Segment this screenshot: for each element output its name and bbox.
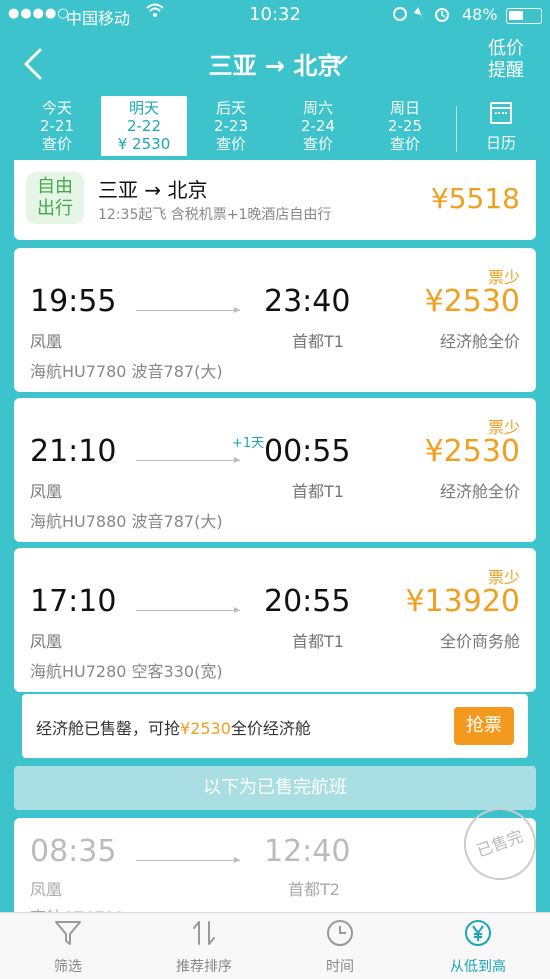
date-tab-day: 明天 bbox=[128, 99, 159, 117]
date-tab-day: 后天 bbox=[215, 99, 246, 117]
arrival-airport: 首都T1 bbox=[292, 332, 344, 351]
flight-info: 海航HU7880 波音787(大) bbox=[30, 512, 223, 531]
flight-price: ¥2530 bbox=[424, 434, 520, 469]
nav-filter[interactable]: 筛选 bbox=[8, 918, 128, 976]
date-tab-price: ¥ 2530 bbox=[117, 135, 171, 153]
chevron-down-icon[interactable] bbox=[330, 50, 350, 75]
departure-airport: 凤凰 bbox=[30, 332, 63, 351]
arrival-airport: 首都T2 bbox=[288, 880, 340, 899]
clock-icon bbox=[327, 920, 353, 946]
departure-airport: 凤凰 bbox=[30, 482, 63, 501]
price-alert-button[interactable]: 低价 提醒 bbox=[478, 38, 534, 82]
price-alert-label-1: 低价 bbox=[488, 38, 524, 59]
free-travel-badge: 自由 出行 bbox=[26, 172, 84, 224]
cabin-class: 经济舱全价 bbox=[439, 482, 520, 501]
date-tab-date: 2-23 bbox=[213, 117, 249, 135]
nav-label: 筛选 bbox=[54, 959, 82, 975]
date-tab-date: 2-24 bbox=[300, 117, 336, 135]
arrow-right-icon bbox=[136, 307, 240, 313]
date-tab-day: 周日 bbox=[389, 99, 420, 117]
cabin-class: 经济舱全价 bbox=[439, 332, 520, 351]
date-tab-price: 查价 bbox=[215, 135, 246, 153]
sold-out-divider: 以下为已售完航班 bbox=[14, 766, 536, 810]
grab-text-before: 经济舱已售罄，可抢 bbox=[36, 719, 181, 738]
badge-line-2: 出行 bbox=[37, 198, 73, 219]
flight-info: 海航HU7780 波音787(大) bbox=[30, 362, 223, 381]
status-icons bbox=[392, 5, 456, 27]
badge-line-1: 自由 bbox=[37, 176, 73, 197]
status-bar: ●●●●○ 中国移动 10:32 48% bbox=[0, 0, 550, 30]
grab-price: ¥2530 bbox=[180, 719, 231, 738]
flight-price: ¥2530 bbox=[424, 284, 520, 319]
price-alert-label-2: 提醒 bbox=[488, 60, 524, 81]
departure-airport: 凤凰 bbox=[30, 880, 63, 899]
departure-time: 19:55 bbox=[30, 284, 117, 319]
package-route: 三亚 → 北京 bbox=[98, 178, 208, 202]
date-tab-price: 查价 bbox=[302, 135, 333, 153]
nav-sort[interactable]: 推荐排序 bbox=[144, 918, 264, 976]
date-tab-price: 查价 bbox=[389, 135, 420, 153]
battery-percent: 48% bbox=[462, 5, 498, 24]
date-tab-day: 周六 bbox=[302, 99, 333, 117]
flight-info: 海航HU7280 空客330(宽) bbox=[30, 662, 223, 681]
route-title[interactable]: 三亚 → 北京 bbox=[0, 46, 550, 81]
next-day-badge: +1天 bbox=[232, 436, 265, 451]
date-tab-date: 2-22 bbox=[126, 117, 162, 135]
date-tab-date: 2-25 bbox=[387, 117, 423, 135]
arrival-time: 20:55 bbox=[264, 584, 351, 619]
nav-label: 时间 bbox=[326, 959, 354, 975]
grab-text-after: 全价经济舱 bbox=[230, 719, 311, 738]
date-tab-0[interactable]: 今天 2-21 查价 bbox=[14, 96, 100, 156]
arrow-right-icon bbox=[136, 457, 240, 463]
grab-ticket-button[interactable]: 抢票 bbox=[454, 707, 514, 745]
grab-ticket-text: 经济舱已售罄，可抢¥2530全价经济舱 bbox=[36, 715, 311, 739]
date-tab-4[interactable]: 周日 2-25 查价 bbox=[362, 96, 448, 156]
flight-price: ¥13920 bbox=[405, 584, 520, 619]
nav-label: 从低到高 bbox=[450, 959, 506, 975]
tab-divider bbox=[456, 106, 457, 152]
date-tab-price: 查价 bbox=[41, 135, 72, 153]
filter-icon bbox=[55, 921, 81, 945]
sort-icon bbox=[193, 921, 215, 945]
date-tab-day: 今天 bbox=[41, 99, 72, 117]
departure-time: 08:35 bbox=[30, 834, 117, 869]
date-tab-date: 2-21 bbox=[39, 117, 75, 135]
calendar-button[interactable]: 日历 bbox=[470, 96, 532, 156]
arrival-airport: 首都T1 bbox=[292, 482, 344, 501]
arrival-time: 12:40 bbox=[264, 834, 351, 869]
cabin-class: 全价商务舱 bbox=[439, 632, 520, 651]
departure-airport: 凤凰 bbox=[30, 632, 63, 651]
nav-label: 推荐排序 bbox=[176, 959, 232, 975]
arrival-airport: 首都T1 bbox=[292, 632, 344, 651]
date-tab-3[interactable]: 周六 2-24 查价 bbox=[275, 96, 361, 156]
departure-time: 21:10 bbox=[30, 434, 117, 469]
nav-time[interactable]: 时间 bbox=[280, 918, 400, 976]
arrival-time: 23:40 bbox=[264, 284, 351, 319]
date-tab-1[interactable]: 明天 2-22 ¥ 2530 bbox=[101, 96, 187, 156]
departure-time: 17:10 bbox=[30, 584, 117, 619]
calendar-label: 日历 bbox=[485, 134, 516, 152]
package-description: 12:35起飞 含税机票+1晚酒店自由行 bbox=[98, 207, 332, 223]
calendar-icon bbox=[490, 102, 512, 124]
arrow-right-icon bbox=[136, 857, 240, 863]
date-tab-2[interactable]: 后天 2-23 查价 bbox=[188, 96, 274, 156]
yen-icon bbox=[465, 920, 491, 946]
battery-icon bbox=[506, 8, 542, 24]
nav-price-low-high[interactable]: 从低到高 bbox=[418, 918, 538, 976]
arrow-right-icon bbox=[136, 607, 240, 613]
package-price: ¥5518 bbox=[430, 182, 520, 215]
arrival-time: 00:55 bbox=[264, 434, 351, 469]
